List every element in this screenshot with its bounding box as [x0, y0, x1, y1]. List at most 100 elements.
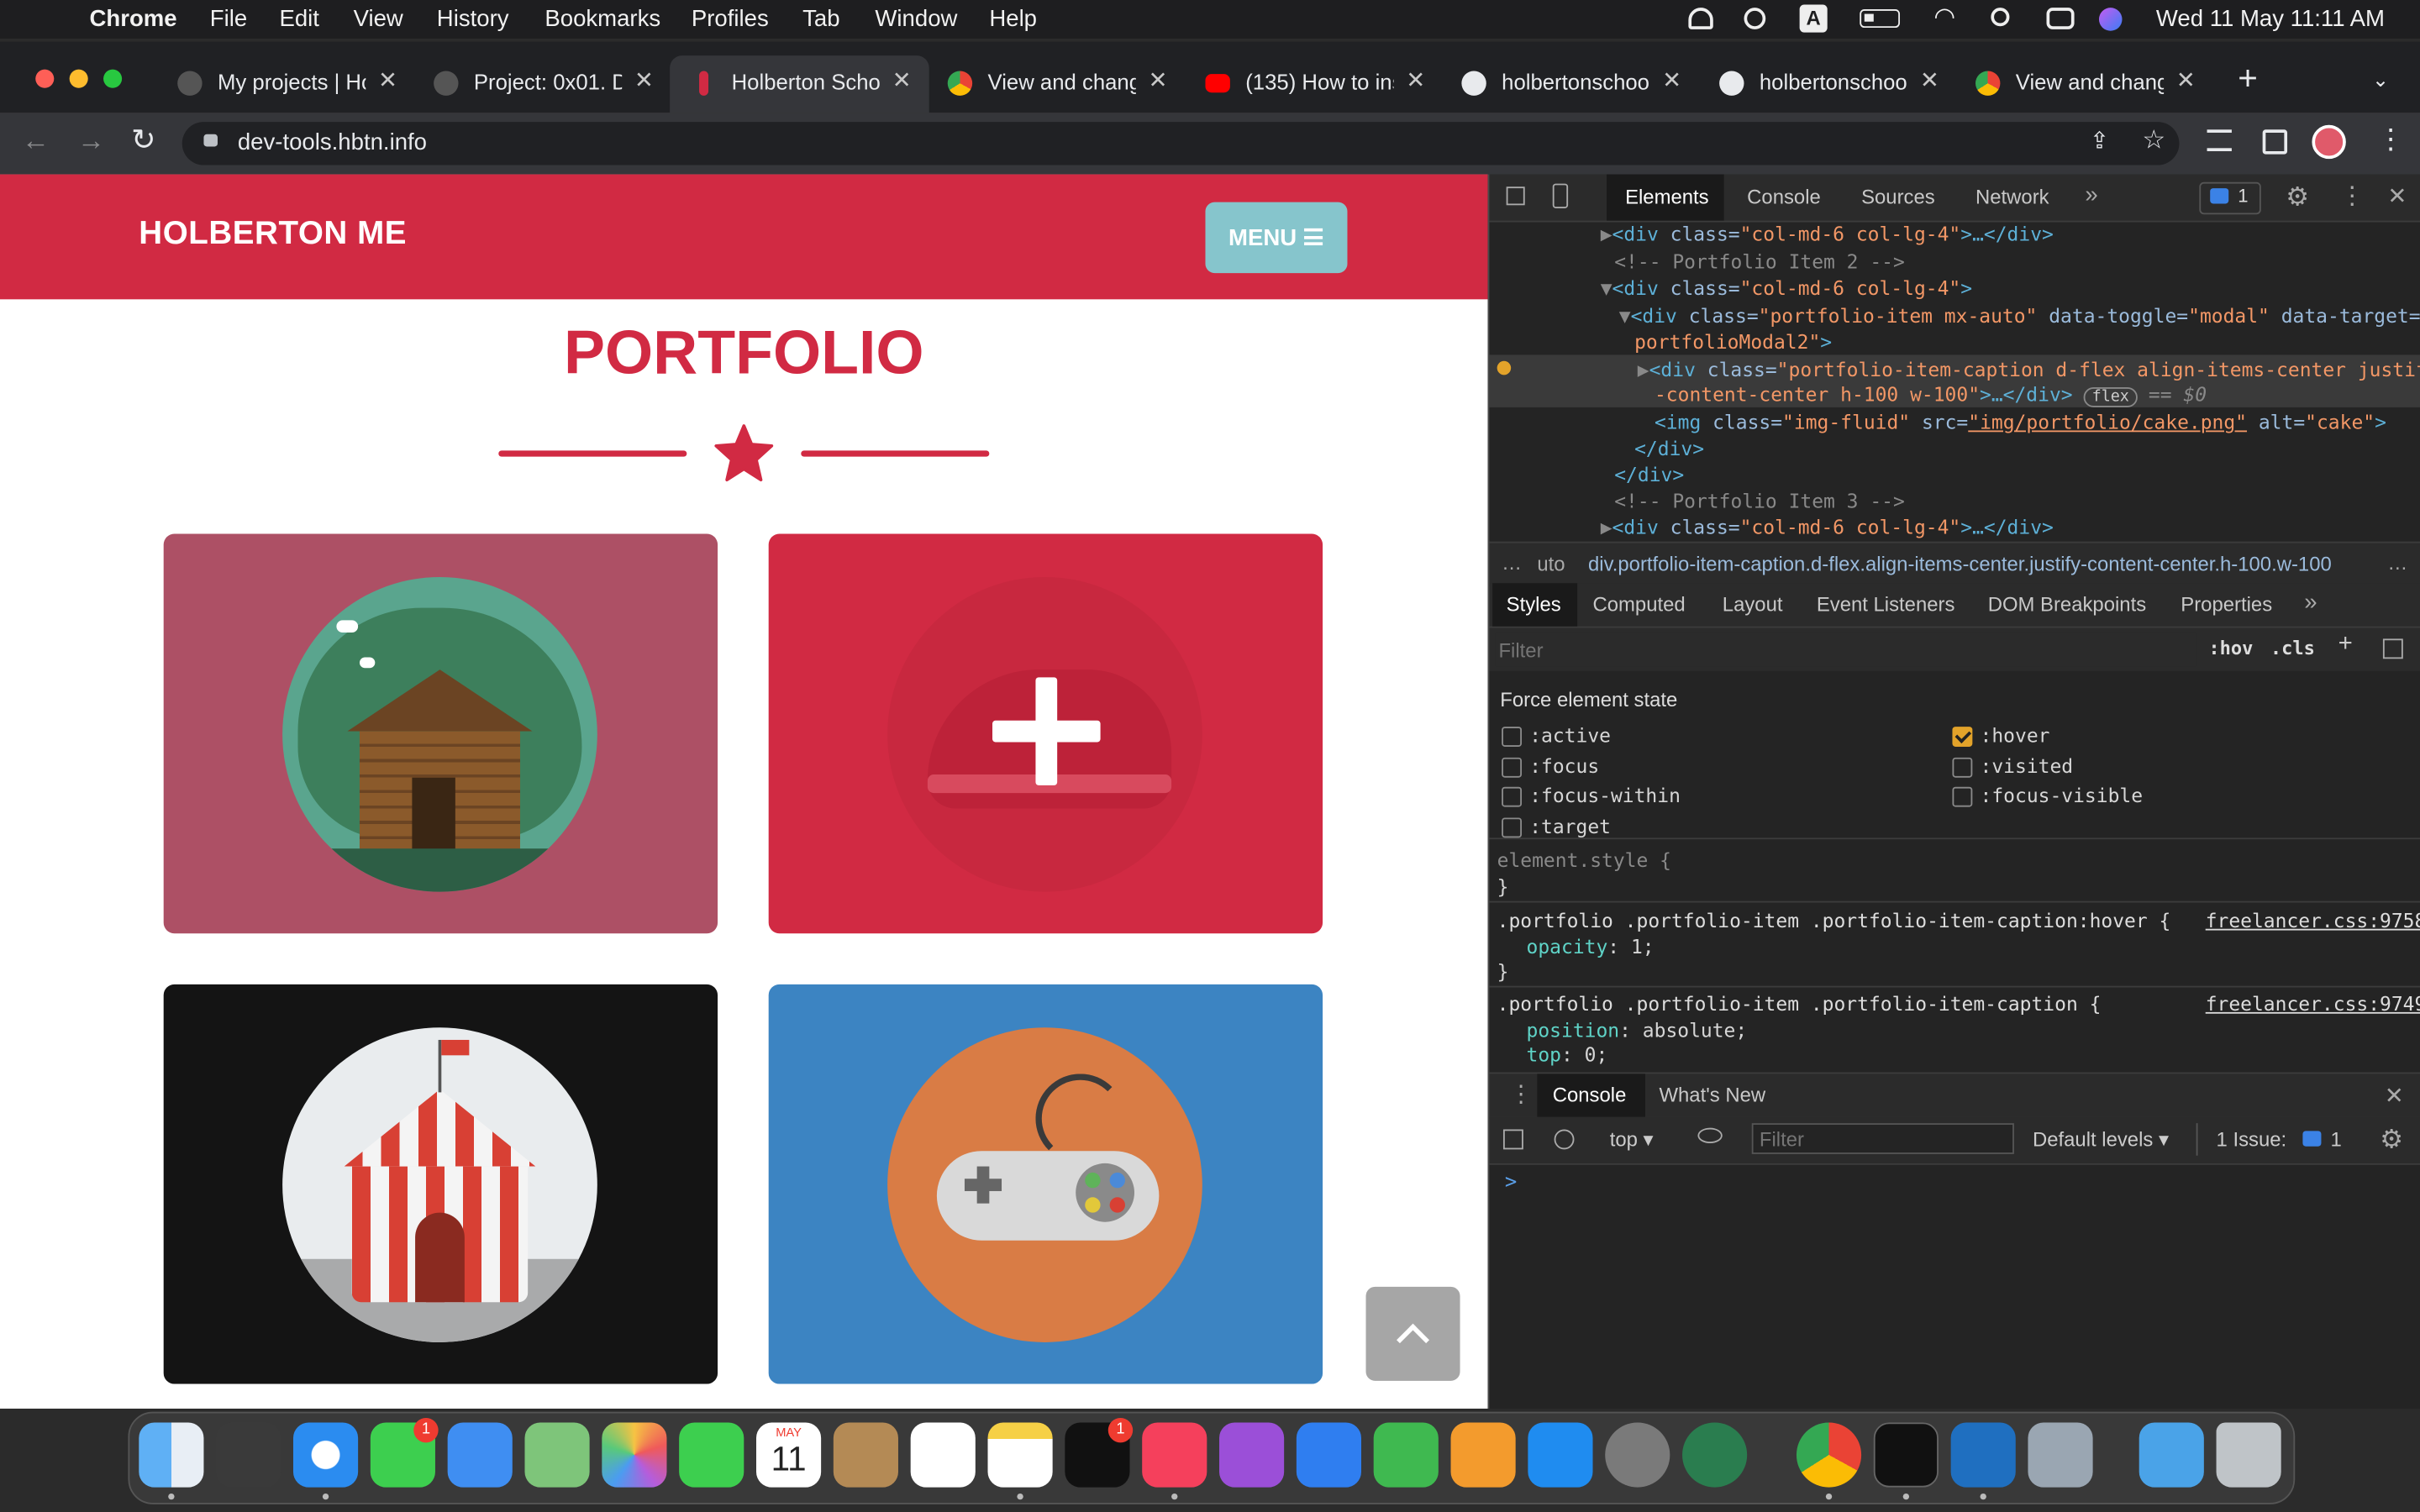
dom-close-tag[interactable]: </div>	[1614, 463, 1684, 486]
context-select[interactable]: top ▾	[1610, 1128, 1654, 1152]
wifi-icon[interactable]: ◠	[1933, 2, 1955, 33]
tab-close-icon[interactable]: ✕	[2176, 66, 2196, 94]
chrome-menu-icon[interactable]: ⋮	[2377, 123, 2405, 156]
subtab-dom-breakpoints[interactable]: DOM Breakpoints	[1988, 592, 2146, 616]
trash-icon[interactable]	[2216, 1422, 2281, 1488]
state-checkbox-visited[interactable]	[1952, 757, 1973, 778]
console-issues-button[interactable]: 1 Issue: 1	[2196, 1123, 2353, 1156]
toggle-sidebar-icon[interactable]	[2382, 638, 2403, 659]
dom-close-tag[interactable]: </div>	[1634, 437, 1704, 460]
drawer-close-icon[interactable]: ✕	[2385, 1082, 2404, 1109]
numbers-icon[interactable]	[1373, 1422, 1439, 1488]
tab-close-icon[interactable]: ✕	[634, 66, 654, 94]
window-minimize-button[interactable]	[69, 69, 88, 88]
reading-list-icon[interactable]	[2207, 129, 2232, 151]
forward-icon[interactable]: →	[77, 125, 105, 158]
devtools-close-icon[interactable]: ✕	[2387, 182, 2407, 210]
console-settings-icon[interactable]: ⚙	[2380, 1125, 2403, 1156]
tab-close-icon[interactable]: ✕	[892, 66, 912, 94]
menu-help[interactable]: Help	[989, 6, 1037, 32]
siri-icon[interactable]	[2098, 8, 2123, 31]
app-menu-chrome[interactable]: Chrome	[90, 6, 177, 32]
tab-holberton-school[interactable]: Holberton School✕	[692, 61, 923, 104]
finder-icon[interactable]	[139, 1422, 204, 1488]
state-checkbox-hover-checked[interactable]	[1952, 727, 1973, 747]
tab-view-change-css-2[interactable]: View and change CSS✕	[1975, 61, 2207, 104]
dom-node[interactable]: ▼<div class="portfolio-item mx-auto" dat…	[1619, 304, 2420, 328]
portfolio-item-circus[interactable]	[163, 984, 718, 1384]
menu-edit[interactable]: Edit	[279, 6, 318, 32]
element-style-rule[interactable]: element.style {	[1497, 848, 1671, 872]
menu-button[interactable]: MENU	[1205, 202, 1348, 274]
preview-icon[interactable]	[2028, 1422, 2093, 1488]
menu-history[interactable]: History	[437, 6, 509, 32]
breadcrumb-prev[interactable]: uto	[1537, 553, 1565, 576]
subtab-event-listeners[interactable]: Event Listeners	[1817, 592, 1955, 616]
subtab-properties[interactable]: Properties	[2181, 592, 2272, 616]
new-style-rule-icon[interactable]: +	[2338, 631, 2353, 659]
drawer-menu-icon[interactable]: ⋮	[1509, 1080, 1533, 1108]
more-tabs-icon[interactable]: »	[2085, 182, 2097, 208]
issues-button[interactable]: 1	[2199, 181, 2261, 215]
tab-github-1[interactable]: holbertonschool ✕	[1461, 61, 1693, 104]
contacts-icon[interactable]	[833, 1422, 898, 1488]
subtab-layout[interactable]: Layout	[1723, 592, 1783, 616]
subtab-computed[interactable]: Computed	[1593, 592, 1686, 616]
maps-icon[interactable]	[524, 1422, 590, 1488]
hov-toggle[interactable]: :hov	[2208, 638, 2253, 659]
menu-view[interactable]: View	[354, 6, 403, 32]
downloads-folder-icon[interactable]	[2139, 1422, 2204, 1488]
css-declaration[interactable]: position: absolute;	[1527, 1018, 1748, 1042]
dom-comment[interactable]: <!-- Portfolio Item 3 -->	[1614, 489, 1905, 512]
portfolio-item-game[interactable]	[768, 984, 1323, 1384]
css-declaration[interactable]: top: 0;	[1527, 1043, 1608, 1067]
tab-github-2[interactable]: holbertonschool ✕	[1719, 61, 1951, 104]
more-subtabs-icon[interactable]: »	[2304, 590, 2317, 616]
back-icon[interactable]: ←	[22, 125, 50, 158]
portfolio-item-cabin[interactable]	[163, 533, 718, 934]
photos-icon[interactable]	[602, 1422, 667, 1488]
reload-icon[interactable]: ↻	[131, 123, 155, 159]
tab-project-dev-tools[interactable]: Project: 0x01. Dev tools✕	[434, 61, 666, 104]
tab-search-chevron-icon[interactable]: ⌄	[2372, 68, 2389, 92]
reminders-icon[interactable]	[910, 1422, 976, 1488]
breadcrumb-more-icon[interactable]: …	[2387, 551, 2407, 575]
tab-elements[interactable]: Elements	[1607, 174, 1724, 221]
tab-close-icon[interactable]: ✕	[1662, 66, 1681, 94]
css-declaration[interactable]: opacity: 1;	[1527, 935, 1655, 958]
tab-my-projects[interactable]: My projects | Holberton✕	[177, 61, 409, 104]
css-source-link[interactable]: freelancer.css:9758	[2206, 909, 2420, 932]
console-sidebar-icon[interactable]	[1502, 1129, 1523, 1150]
menu-file[interactable]: File	[210, 6, 247, 32]
tab-view-change-css-1[interactable]: View and change CSS✕	[947, 61, 1180, 104]
tab-close-icon[interactable]: ✕	[1149, 66, 1168, 94]
site-brand[interactable]: HOLBERTON ME	[139, 216, 407, 253]
profile-avatar[interactable]	[2312, 124, 2346, 160]
safari-icon[interactable]	[292, 1422, 359, 1488]
inspect-element-icon[interactable]	[1506, 186, 1525, 206]
chrome-icon[interactable]	[1796, 1422, 1862, 1488]
facetime-icon[interactable]	[679, 1422, 744, 1488]
live-expression-eye-icon[interactable]	[1697, 1127, 1723, 1144]
dom-node[interactable]: ▼<div class="col-md-6 col-lg-4">	[1601, 276, 1972, 300]
console-prompt[interactable]: >	[1505, 1171, 1517, 1194]
drawer-tab-whats-new[interactable]: What's New	[1659, 1083, 1765, 1106]
console-filter-input[interactable]	[1751, 1123, 2014, 1154]
window-zoom-button[interactable]	[103, 69, 123, 88]
menu-tab[interactable]: Tab	[802, 6, 839, 32]
virus-app-icon[interactable]	[1682, 1422, 1748, 1488]
css-rule-selector[interactable]: .portfolio .portfolio-item .portfolio-it…	[1497, 992, 2102, 1016]
music-icon[interactable]	[1142, 1422, 1207, 1488]
scroll-to-top-button[interactable]	[1365, 1286, 1460, 1381]
drawer-tab-console[interactable]: Console	[1537, 1074, 1645, 1117]
podcast-status-icon[interactable]	[1688, 8, 1713, 29]
tab-close-icon[interactable]: ✕	[1406, 66, 1425, 94]
terminal-icon[interactable]	[1873, 1422, 1939, 1488]
subtab-styles[interactable]: Styles	[1492, 583, 1578, 627]
devtools-menu-icon[interactable]: ⋮	[2339, 181, 2364, 212]
dom-comment[interactable]: <!-- Portfolio Item 2 -->	[1614, 250, 1905, 274]
system-preferences-icon[interactable]	[1605, 1422, 1670, 1488]
log-levels-select[interactable]: Default levels ▾	[2033, 1128, 2169, 1152]
device-toolbar-icon[interactable]	[1552, 183, 1569, 208]
portfolio-item-cake[interactable]	[768, 533, 1323, 934]
